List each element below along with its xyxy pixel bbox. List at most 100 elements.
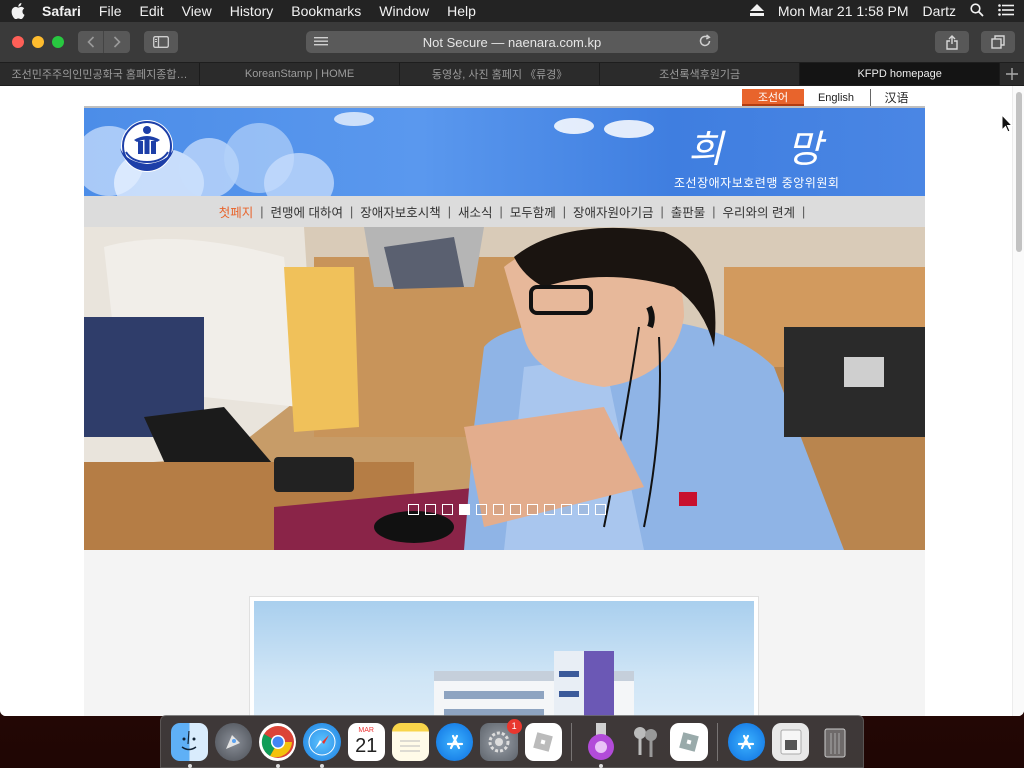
finder-icon[interactable] <box>170 722 208 768</box>
sidebar-icon <box>153 36 169 48</box>
banner-cloud <box>334 112 374 126</box>
hero-slider[interactable] <box>84 227 925 550</box>
nav-separator: | <box>349 204 354 219</box>
menu-file[interactable]: File <box>99 3 122 19</box>
tab-kfpd-homepage[interactable]: KFPD homepage <box>800 63 1001 85</box>
slider-dot[interactable] <box>510 504 521 515</box>
tab-label: 동영상, 사진 홈페지 《류경》 <box>431 69 568 81</box>
eject-icon[interactable] <box>749 3 764 19</box>
scrollbar-thumb[interactable] <box>1016 92 1022 252</box>
tab-label: KoreanStamp | HOME <box>244 68 355 80</box>
slider-dot[interactable] <box>595 504 606 515</box>
chevron-right-icon <box>113 36 121 48</box>
notes-icon[interactable] <box>391 722 430 761</box>
fullscreen-window-button[interactable] <box>52 36 64 48</box>
launchpad-icon[interactable] <box>214 722 253 761</box>
close-window-button[interactable] <box>12 36 24 48</box>
app-store-icon[interactable] <box>436 722 474 761</box>
slider-dot[interactable] <box>442 504 453 515</box>
menu-app-safari[interactable]: Safari <box>42 3 81 19</box>
nav-all-together[interactable]: 모두함께 <box>509 202 557 221</box>
kfpd-page: 조선어 English 汉语 희 망 조선장애자보호련맹 중앙위원회 첫페지 |… <box>84 86 925 716</box>
address-text: Not Secure — naenara.com.kp <box>422 34 602 50</box>
tab-ryugyong[interactable]: 동영상, 사진 홈페지 《류경》 <box>400 63 601 85</box>
nav-separator: | <box>712 204 716 219</box>
keychain-icon[interactable] <box>626 723 663 761</box>
show-tabs-button[interactable] <box>981 31 1015 53</box>
calendar-icon[interactable]: MAR 21 <box>347 722 385 761</box>
tabs-overview-icon <box>991 35 1005 49</box>
slider-dot[interactable] <box>493 504 504 515</box>
nav-contact-us[interactable]: 우리와의 련계 <box>722 202 796 221</box>
menu-help[interactable]: Help <box>447 3 476 19</box>
plus-icon <box>1006 68 1019 80</box>
tab-green-fund[interactable]: 조선록색후원기금 <box>600 63 801 85</box>
new-tab-button[interactable] <box>1000 63 1024 85</box>
spotlight-search-icon[interactable] <box>970 2 984 20</box>
main-navigation: 첫페지 | 련맹에 대하여 | 장애자보호시책 | 새소식 | 모두함께 | 장… <box>84 196 925 227</box>
menu-history[interactable]: History <box>230 3 274 19</box>
slider-dot[interactable] <box>544 504 555 515</box>
address-bar[interactable]: Not Secure — naenara.com.kp <box>306 31 718 53</box>
app-store-2-icon[interactable] <box>727 722 765 761</box>
slider-dot[interactable] <box>408 504 419 515</box>
chrome-icon[interactable] <box>259 722 297 768</box>
running-indicator <box>320 763 325 768</box>
notification-center-icon[interactable] <box>998 3 1014 19</box>
nav-news[interactable]: 새소식 <box>457 202 494 221</box>
menubar-clock[interactable]: Mon Mar 21 1:58 PM <box>778 3 909 19</box>
nav-protection-policy[interactable]: 장애자보호시책 <box>359 202 442 221</box>
safari-icon[interactable] <box>303 722 341 768</box>
system-preferences-icon[interactable]: 1 <box>480 718 522 761</box>
featured-building-card[interactable] <box>249 596 759 716</box>
nav-about-federation[interactable]: 련맹에 대하여 <box>269 202 343 221</box>
nav-children-fund[interactable]: 장애자원아기금 <box>572 202 655 221</box>
slider-dot[interactable] <box>578 504 589 515</box>
hero-slide-image <box>84 227 925 550</box>
nav-publications[interactable]: 출판물 <box>670 202 707 221</box>
banner-subtitle: 조선장애자보호련맹 중앙위원회 <box>674 176 840 190</box>
page-scrollbar[interactable] <box>1012 86 1024 716</box>
reload-icon[interactable] <box>698 34 712 50</box>
content-area <box>84 550 925 716</box>
disk-utility-icon[interactable] <box>771 722 810 761</box>
language-chinese-link[interactable]: 汉语 <box>870 89 922 106</box>
language-korean-link[interactable]: 조선어 <box>742 89 804 106</box>
slider-dot[interactable] <box>476 504 487 515</box>
running-indicator <box>598 763 603 768</box>
page-viewport: 조선어 English 汉语 희 망 조선장애자보호련맹 중앙위원회 첫페지 |… <box>0 86 1024 716</box>
roblox-icon[interactable] <box>524 722 562 761</box>
menu-bookmarks[interactable]: Bookmarks <box>291 3 361 19</box>
share-button[interactable] <box>935 31 969 53</box>
reader-view-icon[interactable] <box>314 36 328 48</box>
share-icon <box>946 34 958 50</box>
roblox-studio-icon[interactable] <box>670 722 708 761</box>
camo-icon[interactable] <box>582 722 619 768</box>
nav-separator: | <box>562 204 567 219</box>
minimize-window-button[interactable] <box>32 36 44 48</box>
menubar-user[interactable]: Dartz <box>923 3 956 19</box>
tab-dprk-portal[interactable]: 조선민주주의인민공화국 홈페지종합… <box>0 63 201 85</box>
slider-pagination <box>408 504 606 515</box>
dock-separator <box>717 722 719 761</box>
menu-window[interactable]: Window <box>379 3 429 19</box>
kfpd-logo-icon[interactable] <box>110 118 184 180</box>
nav-separator: | <box>802 204 806 219</box>
menu-view[interactable]: View <box>182 3 212 19</box>
slider-dot[interactable] <box>561 504 572 515</box>
slider-dot[interactable] <box>459 504 470 515</box>
sidebar-toggle-button[interactable] <box>144 31 178 53</box>
nav-home[interactable]: 첫페지 <box>218 202 255 221</box>
slider-dot[interactable] <box>527 504 538 515</box>
slider-dot[interactable] <box>425 504 436 515</box>
language-english-link[interactable]: English <box>809 89 863 106</box>
menu-edit[interactable]: Edit <box>139 3 163 19</box>
tab-korean-stamp[interactable]: KoreanStamp | HOME <box>200 63 401 85</box>
forward-button[interactable] <box>104 31 130 53</box>
notification-badge: 1 <box>506 718 522 734</box>
trash-icon[interactable] <box>816 723 853 761</box>
chevron-left-icon <box>86 36 94 48</box>
back-button[interactable] <box>78 31 104 53</box>
site-banner: 희 망 조선장애자보호련맹 중앙위원회 <box>84 108 925 196</box>
apple-menu-icon[interactable] <box>10 3 26 19</box>
